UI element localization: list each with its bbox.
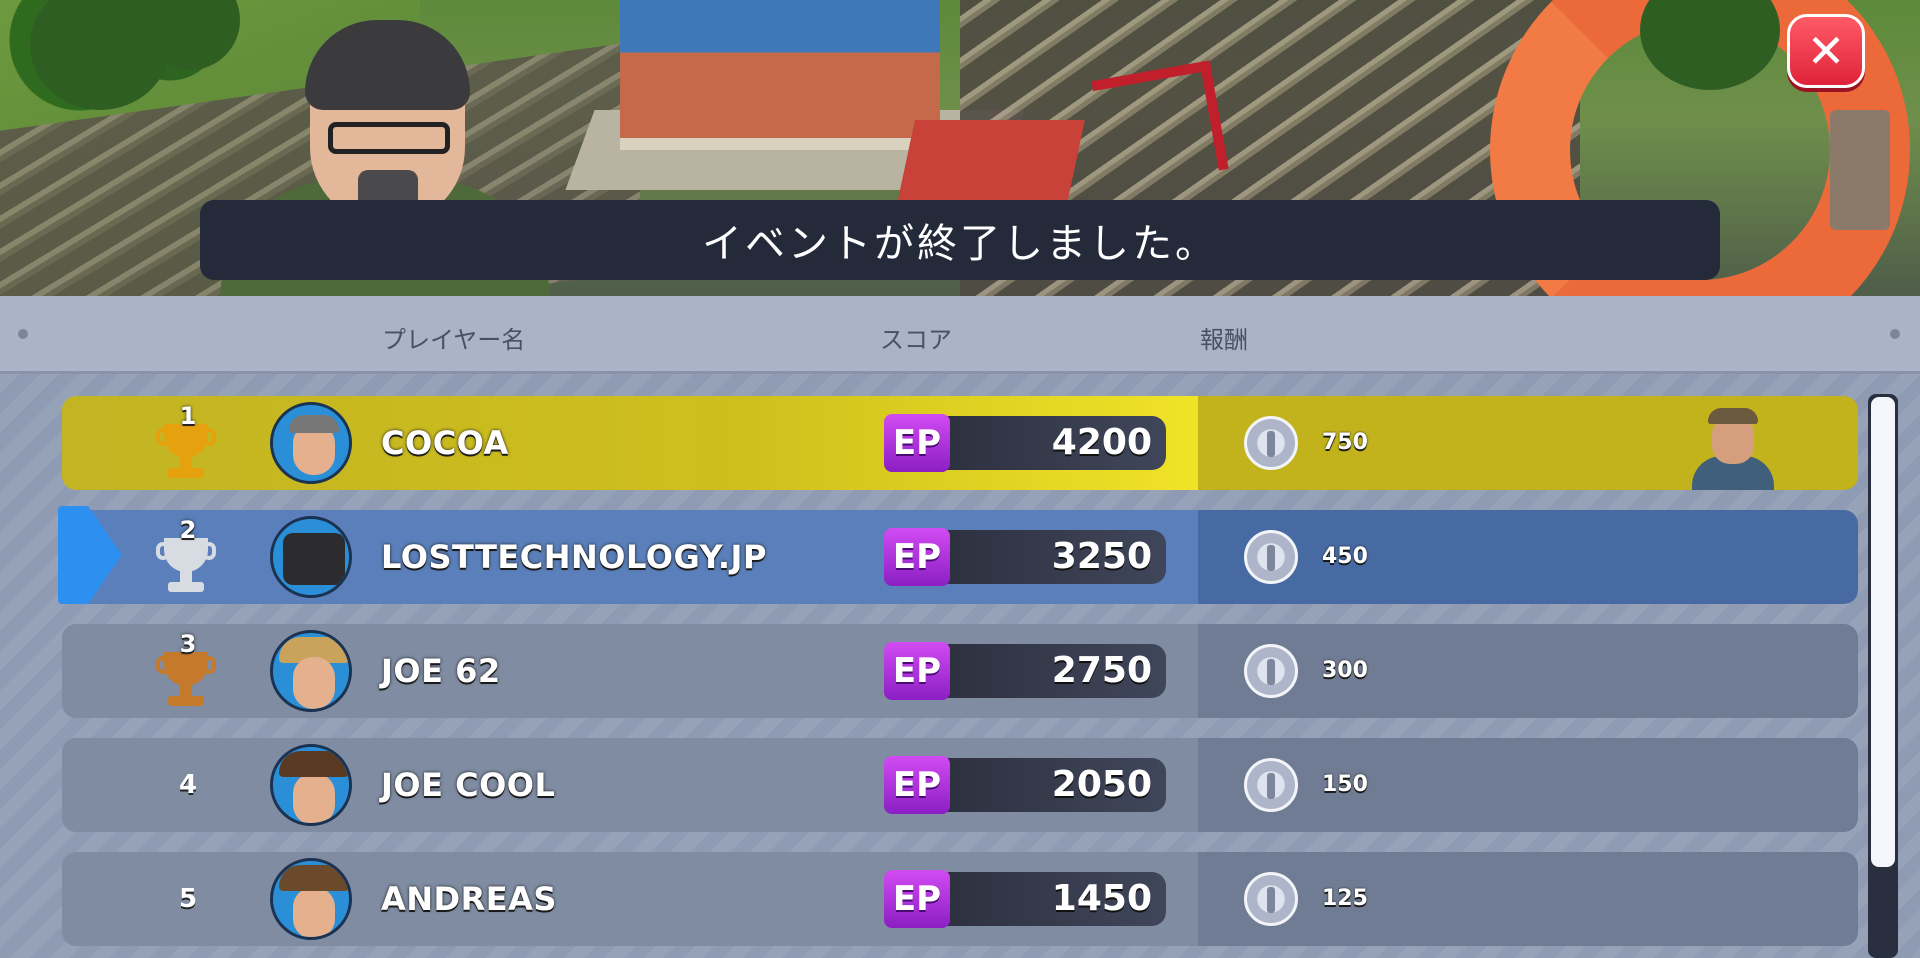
wrench-coin-icon [1244,644,1298,698]
reward-character-icon [1682,404,1782,490]
leaderboard-header: プレイヤー名 スコア 報酬 [0,296,1920,374]
player-avatar [270,858,352,940]
wrench-coin-icon [1244,530,1298,584]
close-button[interactable]: ✕ [1787,14,1865,88]
score-value: 2050 [1051,764,1152,805]
header-left-dot [18,329,28,339]
leaderboard-row-3[interactable]: 3 JOE 62 EP 2750 300 [62,624,1858,718]
rank-number: 5 [178,884,198,914]
column-player-name: プレイヤー名 [382,326,526,354]
header-right-dot [1890,329,1900,339]
player-avatar [270,744,352,826]
reward-value: 450 [1322,544,1368,569]
player-name: LOSTTECHNOLOGY.JP [381,538,767,576]
score-pill: EP 4200 [884,414,1166,472]
score-value: 1450 [1051,878,1152,919]
leaderboard-row-1[interactable]: 1 COCOA EP 4200 750 [62,396,1858,490]
rank-number: 1 [179,402,197,430]
leaderboard-row-4[interactable]: 4 JOE COOL EP 2050 150 [62,738,1858,832]
wrench-coin-icon [1244,416,1298,470]
column-score: スコア [880,326,952,354]
ep-badge: EP [884,414,950,472]
ep-badge: EP [884,642,950,700]
rank-number: 4 [178,770,198,800]
score-pill: EP 2750 [884,642,1166,700]
score-pill: EP 2050 [884,756,1166,814]
score-pill: EP 3250 [884,528,1166,586]
leaderboard-row-5[interactable]: 5 ANDREAS EP 1450 125 [62,852,1858,946]
close-icon: ✕ [1806,24,1846,78]
score-value: 2750 [1051,650,1152,691]
player-name: COCOA [381,424,509,462]
rank-number: 2 [179,516,197,544]
wrench-coin-icon [1244,872,1298,926]
leaderboard-scrollbar[interactable] [1868,394,1898,958]
column-reward: 報酬 [1200,326,1248,354]
reward-value: 150 [1322,772,1368,797]
current-player-pointer-icon [58,506,124,604]
player-name: JOE COOL [381,766,556,804]
reward-value: 125 [1322,886,1368,911]
banner-title: イベントが終了しました。 [702,221,1218,267]
reward-value: 300 [1322,658,1368,683]
rank-number: 3 [179,630,197,658]
locomotive-icon [283,533,345,585]
ep-badge: EP [884,528,950,586]
player-name: JOE 62 [381,652,501,690]
player-name: ANDREAS [381,880,557,918]
leaderboard-row-2[interactable]: 2 LOSTTECHNOLOGY.JP EP 3250 450 [62,510,1858,604]
wrench-coin-icon [1244,758,1298,812]
score-pill: EP 1450 [884,870,1166,928]
player-avatar [270,402,352,484]
scrollbar-thumb[interactable] [1871,397,1895,867]
event-ended-banner: イベントが終了しました。 [200,200,1720,280]
leaderboard: 1 COCOA EP 4200 750 2 LOSTTECHNOLOGY.JP [0,374,1920,958]
score-value: 3250 [1051,536,1152,577]
ep-badge: EP [884,756,950,814]
reward-value: 750 [1322,430,1368,455]
player-avatar [270,516,352,598]
score-value: 4200 [1051,422,1152,463]
ep-badge: EP [884,870,950,928]
player-avatar [270,630,352,712]
